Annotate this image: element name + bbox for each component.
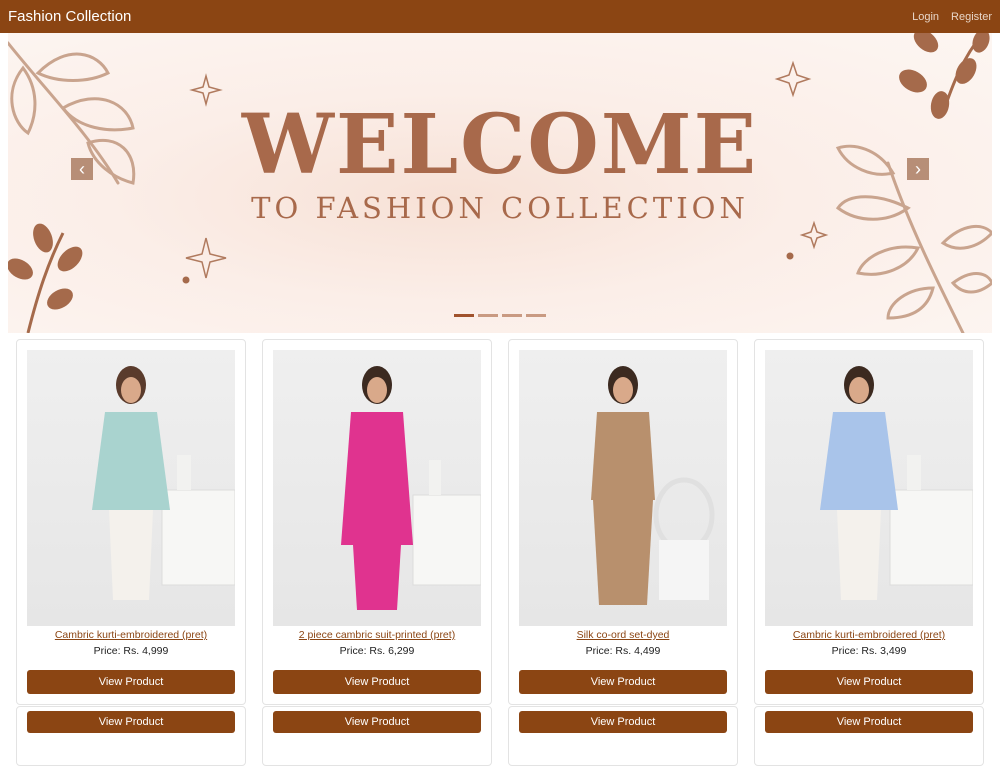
carousel-indicator-3[interactable] bbox=[502, 314, 522, 317]
product-title[interactable]: Cambric kurti-embroidered (pret) bbox=[755, 629, 983, 641]
bottom-garment bbox=[109, 510, 153, 600]
carousel-indicator-1[interactable] bbox=[454, 314, 474, 317]
top-garment bbox=[820, 412, 898, 510]
carousel-indicator-2[interactable] bbox=[478, 314, 498, 317]
top-garment bbox=[591, 412, 655, 500]
view-product-button[interactable]: View Product bbox=[765, 711, 973, 733]
view-product-button[interactable]: View Product bbox=[27, 711, 235, 733]
chevron-left-icon: ‹ bbox=[79, 159, 85, 179]
hero-heading: WELCOME bbox=[241, 97, 759, 193]
carousel-prev-button[interactable]: ‹ bbox=[71, 158, 93, 180]
navbar: Fashion Collection Login Register bbox=[0, 0, 1000, 33]
product-card: 2 piece cambric suit-printed (pret) Pric… bbox=[262, 339, 492, 705]
view-product-button[interactable]: View Product bbox=[765, 670, 973, 694]
hero-carousel: WELCOME TO FASHION COLLECTION ‹ › bbox=[8, 33, 992, 333]
carousel-indicator-4[interactable] bbox=[526, 314, 546, 317]
product-card: View Product bbox=[508, 706, 738, 766]
product-image[interactable] bbox=[519, 350, 727, 626]
product-card: Silk co-ord set-dyed Price: Rs. 4,499 Vi… bbox=[508, 339, 738, 705]
bottom-garment bbox=[593, 500, 653, 605]
product-card: View Product bbox=[754, 706, 984, 766]
view-product-button[interactable]: View Product bbox=[273, 711, 481, 733]
product-title[interactable]: Cambric kurti-embroidered (pret) bbox=[17, 629, 245, 641]
bottom-garment bbox=[837, 510, 881, 600]
product-image[interactable] bbox=[27, 350, 235, 626]
carousel-next-button[interactable]: › bbox=[907, 158, 929, 180]
product-title[interactable]: Silk co-ord set-dyed bbox=[509, 629, 737, 641]
product-price: Price: Rs. 3,499 bbox=[831, 645, 907, 657]
product-image[interactable] bbox=[273, 350, 481, 626]
view-product-button[interactable]: View Product bbox=[519, 670, 727, 694]
product-price: Price: Rs. 6,299 bbox=[339, 645, 415, 657]
carousel-indicators bbox=[454, 314, 546, 317]
product-title[interactable]: 2 piece cambric suit-printed (pret) bbox=[263, 629, 491, 641]
product-card: View Product bbox=[16, 706, 246, 766]
product-price: Price: Rs. 4,999 bbox=[93, 645, 169, 657]
top-garment bbox=[92, 412, 170, 510]
login-link[interactable]: Login bbox=[912, 11, 939, 23]
nav-links: Login Register bbox=[912, 11, 992, 23]
product-image[interactable] bbox=[765, 350, 973, 626]
view-product-button[interactable]: View Product bbox=[519, 711, 727, 733]
product-price: Price: Rs. 4,499 bbox=[585, 645, 661, 657]
hero-subheading: TO FASHION COLLECTION bbox=[251, 191, 749, 225]
view-product-button[interactable]: View Product bbox=[273, 670, 481, 694]
product-card: Cambric kurti-embroidered (pret) Price: … bbox=[754, 339, 984, 705]
chevron-right-icon: › bbox=[915, 159, 921, 179]
product-card: Cambric kurti-embroidered (pret) Price: … bbox=[16, 339, 246, 705]
top-garment bbox=[341, 412, 413, 545]
product-card: View Product bbox=[262, 706, 492, 766]
bottom-garment bbox=[353, 545, 401, 610]
view-product-button[interactable]: View Product bbox=[27, 670, 235, 694]
register-link[interactable]: Register bbox=[951, 11, 992, 23]
brand-title[interactable]: Fashion Collection bbox=[8, 8, 131, 25]
